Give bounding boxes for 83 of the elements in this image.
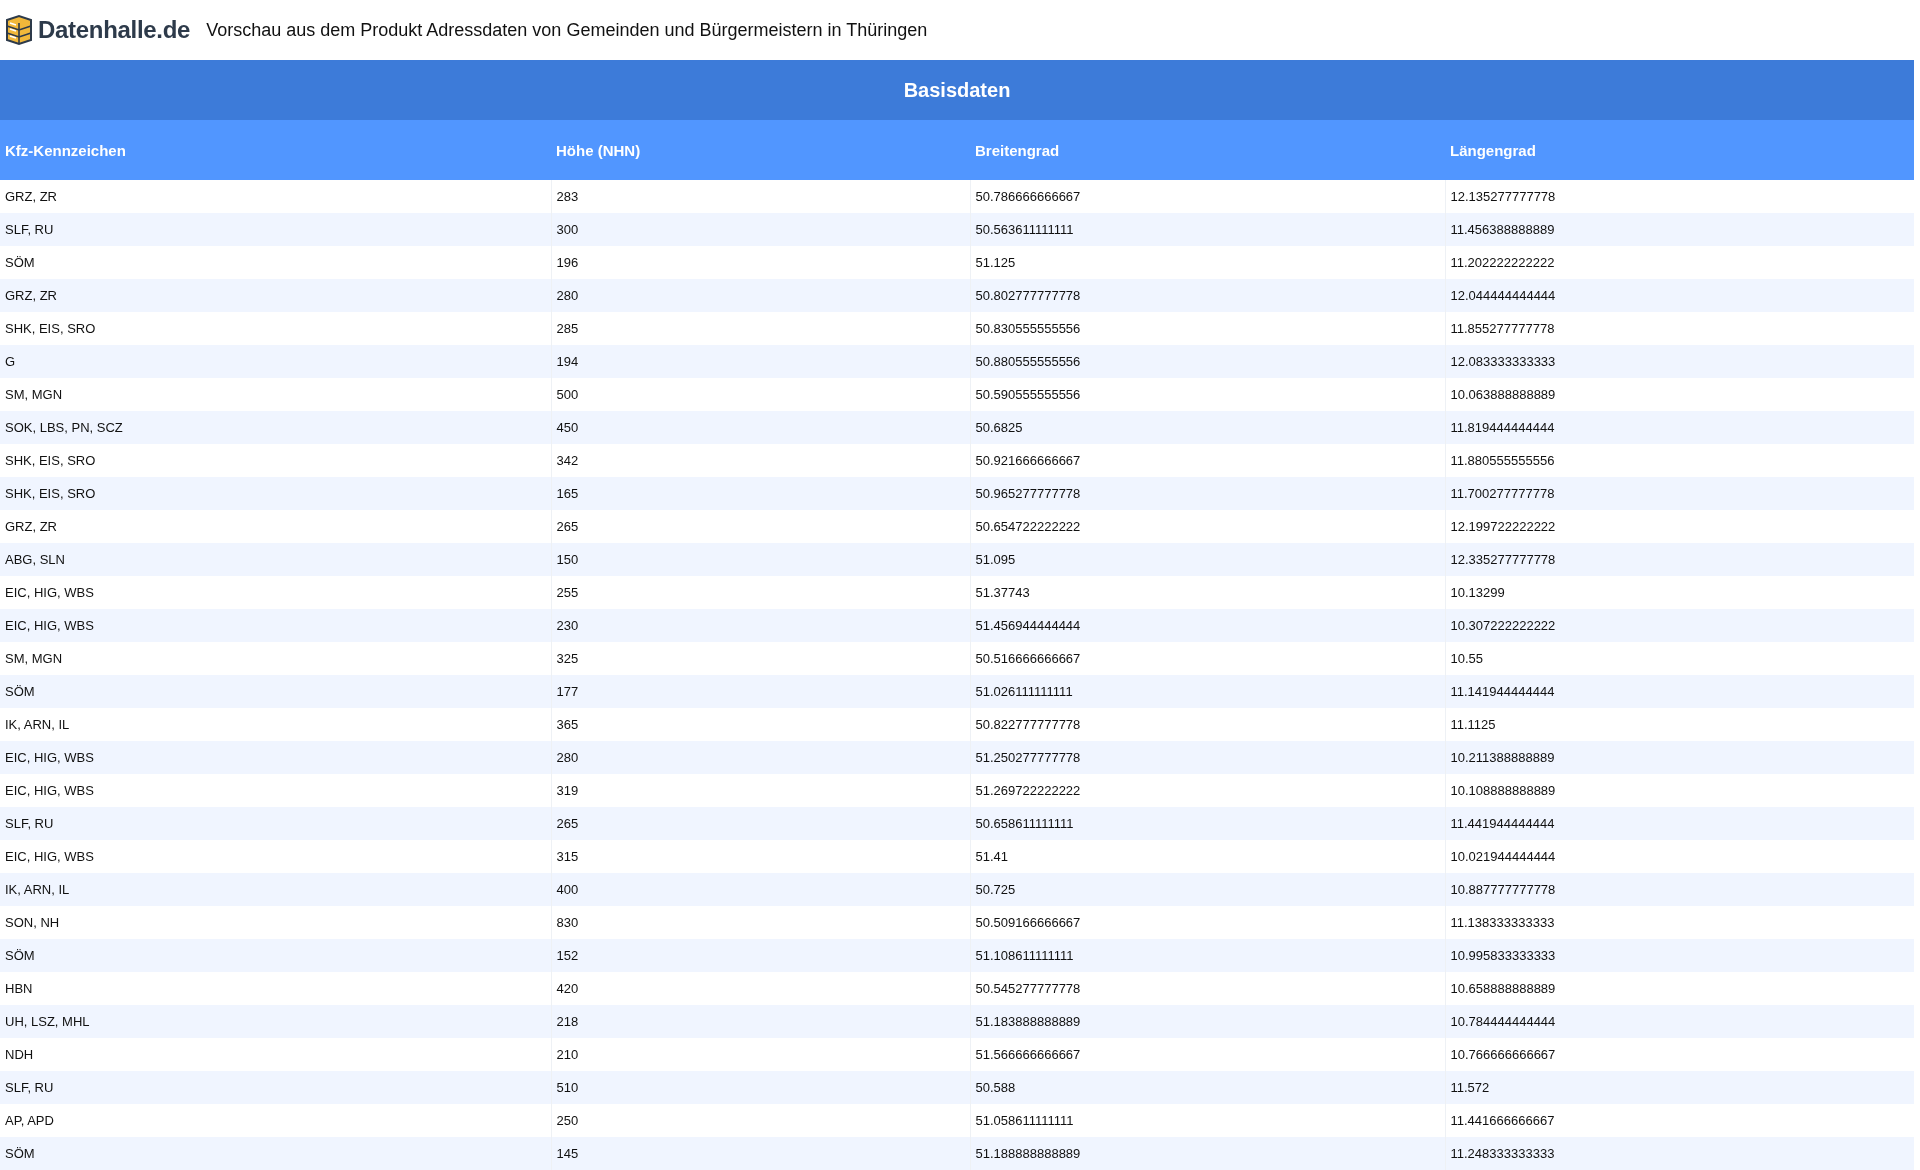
table-cell: 51.095 [970, 543, 1445, 576]
table-cell: 50.588 [970, 1071, 1445, 1104]
table-cell: SHK, EIS, SRO [0, 477, 551, 510]
table-cell: 11.819444444444 [1445, 411, 1914, 444]
table-cell: 51.108611111111 [970, 939, 1445, 972]
table-cell: 10.211388888889 [1445, 741, 1914, 774]
column-header: Breitengrad [970, 120, 1445, 180]
table-cell: 10.307222222222 [1445, 609, 1914, 642]
table-cell: EIC, HIG, WBS [0, 741, 551, 774]
table-cell: 145 [551, 1137, 970, 1170]
logo-text: Datenhalle.de [38, 16, 191, 44]
table-cell: 194 [551, 345, 970, 378]
table-cell: EIC, HIG, WBS [0, 609, 551, 642]
table-cell: SON, NH [0, 906, 551, 939]
column-header: Längengrad [1445, 120, 1914, 180]
table-cell: 12.335277777778 [1445, 543, 1914, 576]
table-cell: 50.725 [970, 873, 1445, 906]
table-cell: 10.995833333333 [1445, 939, 1914, 972]
table-cell: 51.250277777778 [970, 741, 1445, 774]
table-cell: ABG, SLN [0, 543, 551, 576]
table-cell: 177 [551, 675, 970, 708]
table-cell: GRZ, ZR [0, 180, 551, 213]
table-cell: 11.441944444444 [1445, 807, 1914, 840]
table-cell: 400 [551, 873, 970, 906]
table-cell: 280 [551, 741, 970, 774]
table-cell: SHK, EIS, SRO [0, 444, 551, 477]
table-cell: 10.784444444444 [1445, 1005, 1914, 1038]
table-cell: 10.887777777778 [1445, 873, 1914, 906]
table-cell: 265 [551, 807, 970, 840]
table-cell: EIC, HIG, WBS [0, 774, 551, 807]
table-cell: G [0, 345, 551, 378]
table-cell: SÖM [0, 1137, 551, 1170]
server-stack-icon [4, 14, 34, 46]
table-cell: 50.658611111111 [970, 807, 1445, 840]
table-cell: SÖM [0, 939, 551, 972]
table-cell: 11.141944444444 [1445, 675, 1914, 708]
table-cell: IK, ARN, IL [0, 708, 551, 741]
table-cell: 12.083333333333 [1445, 345, 1914, 378]
table-cell: 152 [551, 939, 970, 972]
table-cell: 165 [551, 477, 970, 510]
table-cell: 51.026111111111 [970, 675, 1445, 708]
table-cell: 280 [551, 279, 970, 312]
table-cell: 12.044444444444 [1445, 279, 1914, 312]
table-cell: 150 [551, 543, 970, 576]
table-caption: Basisdaten [0, 60, 1914, 120]
table-cell: SLF, RU [0, 807, 551, 840]
table-cell: 218 [551, 1005, 970, 1038]
table-cell: SLF, RU [0, 1071, 551, 1104]
table-cell: GRZ, ZR [0, 279, 551, 312]
table-cell: SHK, EIS, SRO [0, 312, 551, 345]
table-cell: EIC, HIG, WBS [0, 576, 551, 609]
table-cell: SM, MGN [0, 378, 551, 411]
table-cell: SLF, RU [0, 213, 551, 246]
table-cell: UH, LSZ, MHL [0, 1005, 551, 1038]
table-cell: 50.880555555556 [970, 345, 1445, 378]
column-header: Höhe (NHN) [551, 120, 970, 180]
table-cell: 50.802777777778 [970, 279, 1445, 312]
column-header: Kfz-Kennzeichen [0, 120, 551, 180]
table-cell: HBN [0, 972, 551, 1005]
table-cell: 51.456944444444 [970, 609, 1445, 642]
table-cell: 51.188888888889 [970, 1137, 1445, 1170]
table-cell: NDH [0, 1038, 551, 1071]
table-cell: SOK, LBS, PN, SCZ [0, 411, 551, 444]
table-cell: 300 [551, 213, 970, 246]
table-cell: 11.456388888889 [1445, 213, 1914, 246]
table-cell: 510 [551, 1071, 970, 1104]
table-cell: GRZ, ZR [0, 510, 551, 543]
table-cell: 11.248333333333 [1445, 1137, 1914, 1170]
table-cell: 50.965277777778 [970, 477, 1445, 510]
table-cell: SM, MGN [0, 642, 551, 675]
table-cell: 50.6825 [970, 411, 1445, 444]
table-cell: EIC, HIG, WBS [0, 840, 551, 873]
table-cell: SÖM [0, 675, 551, 708]
table-cell: 50.563611111111 [970, 213, 1445, 246]
page-title: Vorschau aus dem Produkt Adressdaten von Gemeinden und Bürgermeistern in Thüringen [206, 19, 928, 41]
table-cell: SÖM [0, 246, 551, 279]
table-cell: IK, ARN, IL [0, 873, 551, 906]
table-cell: 230 [551, 609, 970, 642]
table-cell: 450 [551, 411, 970, 444]
table-cell: 11.572 [1445, 1071, 1914, 1104]
table-cell: AP, APD [0, 1104, 551, 1137]
table-cell: 51.183888888889 [970, 1005, 1445, 1038]
table-cell: 11.700277777778 [1445, 477, 1914, 510]
